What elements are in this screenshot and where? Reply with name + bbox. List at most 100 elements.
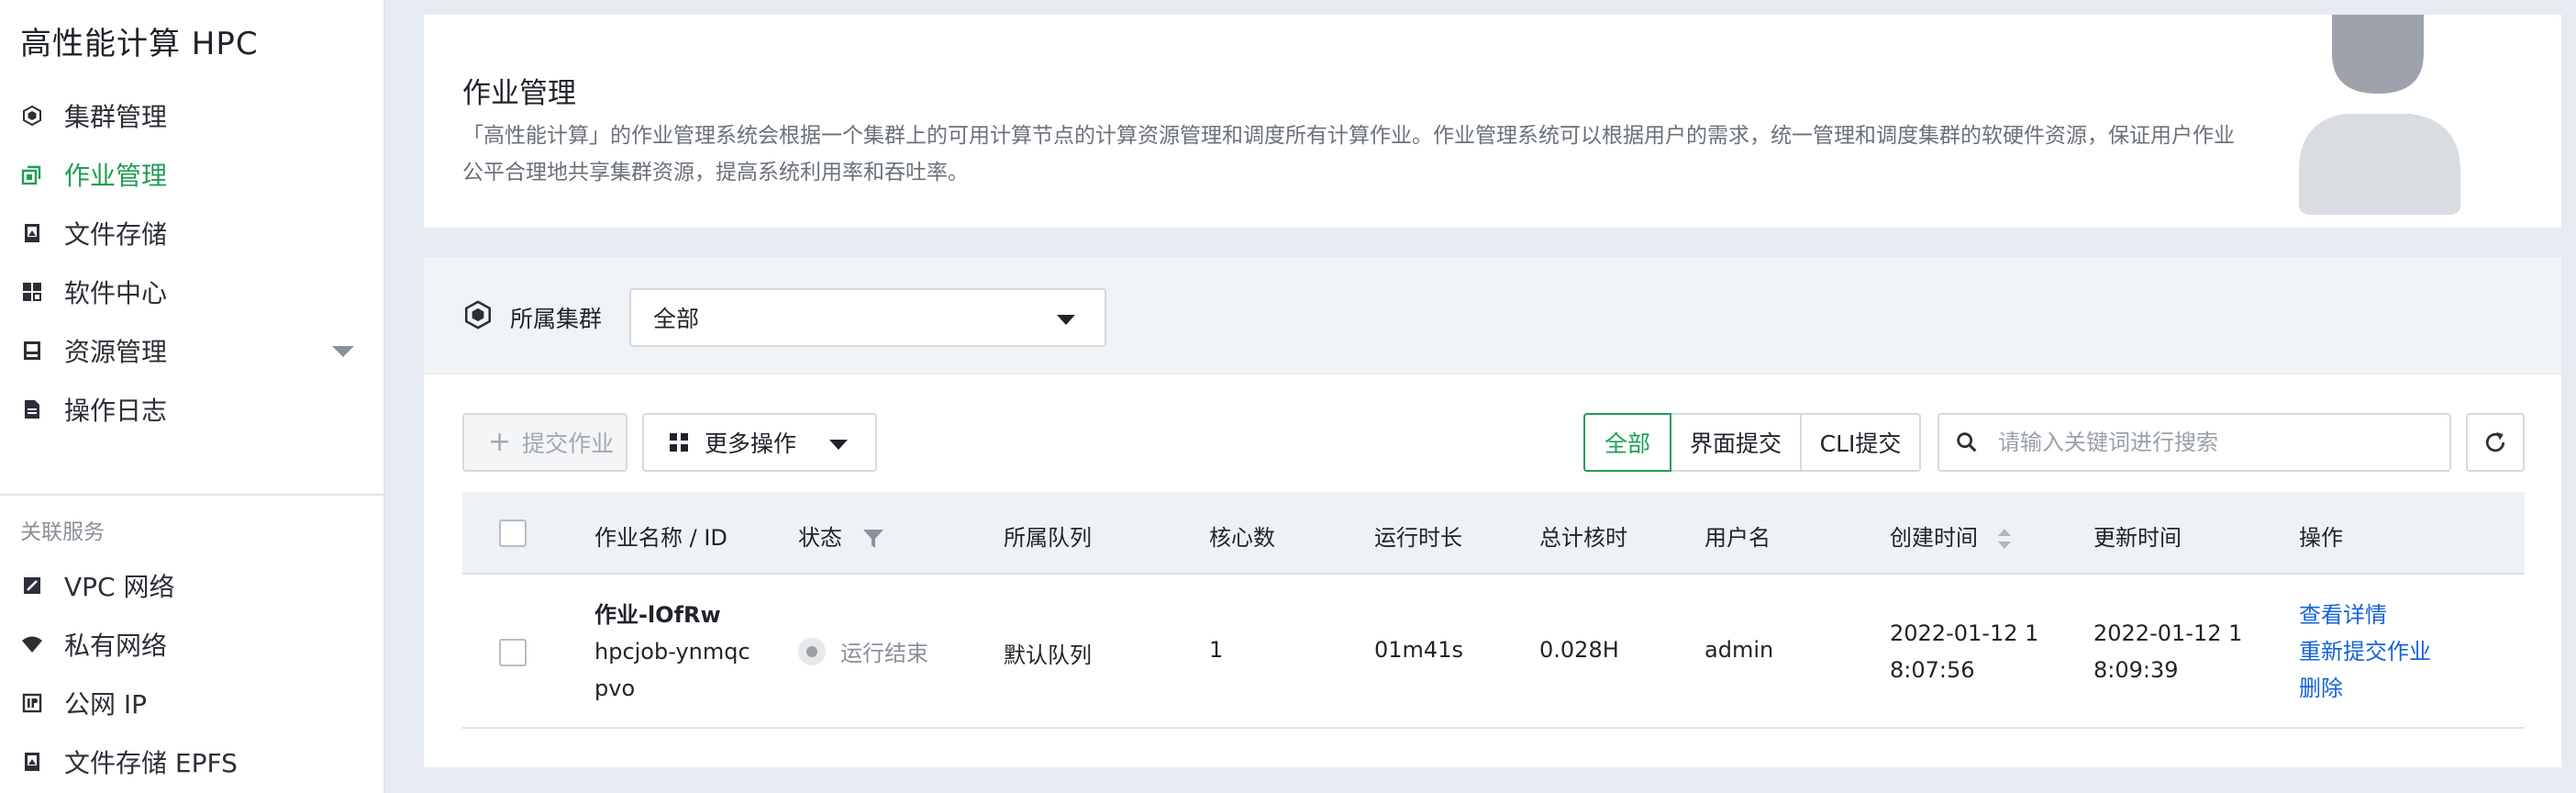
header-user: 用户名 bbox=[1704, 525, 1771, 551]
created-cell: 2022-01-12 1 8:07:56 bbox=[1890, 615, 2038, 688]
select-all-checkbox[interactable] bbox=[499, 519, 527, 547]
header-status: 状态 bbox=[798, 519, 884, 552]
grid-icon bbox=[670, 433, 688, 452]
sidebar-item-jobs[interactable]: 作业管理 bbox=[0, 145, 385, 204]
sidebar-item-label: 软件中心 bbox=[64, 278, 168, 308]
segment-ui-submit[interactable]: 界面提交 bbox=[1670, 413, 1802, 472]
resource-icon bbox=[20, 339, 44, 363]
log-icon bbox=[20, 397, 44, 421]
sidebar-item-cluster[interactable]: 集群管理 bbox=[0, 86, 385, 145]
sidebar: 高性能计算 HPC 集群管理 作业管理 文件存储 软件中心 资源管理 操作日志 … bbox=[0, 0, 385, 793]
actions-cell: 查看详情 重新提交作业 删除 bbox=[2299, 597, 2431, 707]
job-id-line: pvo bbox=[594, 676, 636, 701]
cluster-icon bbox=[20, 104, 44, 128]
storage-icon bbox=[20, 221, 44, 245]
submit-job-button[interactable]: + 提交作业 bbox=[462, 413, 627, 472]
filter-icon[interactable] bbox=[862, 529, 884, 549]
page-title: 作业管理 bbox=[462, 77, 576, 110]
jobs-table-card: + 提交作业 更多操作 全部 界面提交 CLI提交 请输入关键词进行搜索 作业名… bbox=[424, 374, 2561, 767]
wifi-icon bbox=[20, 632, 44, 656]
delete-link[interactable]: 删除 bbox=[2299, 670, 2431, 707]
job-icon bbox=[20, 162, 44, 186]
main-content: 作业管理 「高性能计算」的作业管理系统会根据一个集群上的可用计算节点的计算资源管… bbox=[387, 0, 2576, 793]
header-job-name: 作业名称 / ID bbox=[594, 525, 727, 551]
more-actions-button[interactable]: 更多操作 bbox=[642, 413, 877, 472]
row-checkbox[interactable] bbox=[499, 639, 527, 666]
user-illustration-icon bbox=[2299, 15, 2460, 215]
storage-icon bbox=[20, 750, 44, 774]
sidebar-item-label: 集群管理 bbox=[64, 102, 168, 132]
updated-date: 2022-01-12 1 bbox=[2093, 620, 2243, 646]
cluster-select-value: 全部 bbox=[653, 306, 700, 332]
user-cell: admin bbox=[1704, 637, 1774, 663]
cluster-icon bbox=[464, 300, 492, 329]
header-queue: 所属队列 bbox=[1004, 525, 1092, 551]
apps-icon bbox=[20, 280, 44, 304]
created-date: 2022-01-12 1 bbox=[1890, 620, 2039, 646]
created-time: 8:07:56 bbox=[1890, 657, 1975, 683]
header-core-hours: 总计核时 bbox=[1539, 525, 1627, 551]
resubmit-job-link[interactable]: 重新提交作业 bbox=[2299, 633, 2431, 670]
sidebar-item-resources[interactable]: 资源管理 bbox=[0, 321, 385, 380]
sidebar-item-label: 文件存储 bbox=[64, 219, 168, 250]
header-cores: 核心数 bbox=[1209, 525, 1275, 551]
search-input[interactable] bbox=[1998, 430, 2438, 455]
search-icon bbox=[1957, 432, 1977, 452]
sidebar-nav: 集群管理 作业管理 文件存储 软件中心 资源管理 操作日志 bbox=[0, 86, 385, 439]
sidebar-item-label: 资源管理 bbox=[64, 337, 168, 367]
chevron-down-icon[interactable] bbox=[332, 346, 354, 357]
status-dot-icon bbox=[798, 637, 826, 665]
sidebar-item-label: 操作日志 bbox=[64, 396, 168, 426]
sidebar-item-label: 私有网络 bbox=[64, 631, 168, 661]
submit-job-label: 提交作业 bbox=[522, 430, 615, 457]
related-services-title: 关联服务 bbox=[20, 520, 105, 544]
sidebar-item-label: 文件存储 EPFS bbox=[64, 748, 238, 778]
sidebar-item-epfs[interactable]: 文件存储 EPFS bbox=[0, 732, 385, 791]
ip-icon bbox=[20, 691, 44, 715]
sidebar-item-label: 作业管理 bbox=[64, 161, 168, 191]
header-status-label: 状态 bbox=[798, 525, 842, 551]
job-id-line: hpcjob-ynmqc bbox=[594, 639, 750, 665]
cores-cell: 1 bbox=[1209, 637, 1224, 663]
sidebar-item-logs[interactable]: 操作日志 bbox=[0, 380, 385, 439]
table-row: 作业-lOfRw hpcjob-ynmqc pvo 运行结束 默认队列 1 01… bbox=[462, 575, 2525, 729]
updated-cell: 2022-01-12 1 8:09:39 bbox=[2093, 615, 2242, 688]
chevron-down-icon bbox=[1057, 315, 1075, 325]
page-description: 「高性能计算」的作业管理系统会根据一个集群上的可用计算节点的计算资源管理和调度所… bbox=[462, 124, 2235, 184]
search-box bbox=[1938, 413, 2451, 472]
header-created-label: 创建时间 bbox=[1890, 525, 1978, 551]
cluster-select[interactable]: 全部 bbox=[629, 288, 1106, 347]
job-name-cell: 作业-lOfRw hpcjob-ynmqc pvo bbox=[594, 597, 750, 707]
plus-icon: + bbox=[488, 426, 512, 458]
table-header: 作业名称 / ID 状态 所属队列 核心数 运行时长 总计核时 用户名 创建时间… bbox=[462, 492, 2525, 575]
header-created[interactable]: 创建时间 bbox=[1890, 519, 2011, 552]
updated-time: 8:09:39 bbox=[2093, 657, 2179, 683]
view-details-link[interactable]: 查看详情 bbox=[2299, 597, 2431, 633]
cluster-filter-bar: 所属集群 全部 bbox=[424, 257, 2561, 373]
segment-cli-submit[interactable]: CLI提交 bbox=[1800, 413, 1921, 472]
app-title: 高性能计算 HPC bbox=[20, 26, 259, 62]
sidebar-item-vpc[interactable]: VPC 网络 bbox=[0, 556, 385, 615]
core-hours-cell: 0.028H bbox=[1539, 637, 1619, 663]
sidebar-divider bbox=[0, 494, 385, 496]
more-actions-label: 更多操作 bbox=[705, 430, 797, 457]
intro-card: 作业管理 「高性能计算」的作业管理系统会根据一个集群上的可用计算节点的计算资源管… bbox=[424, 15, 2561, 228]
sidebar-item-private-network[interactable]: 私有网络 bbox=[0, 615, 385, 674]
status-cell: 运行结束 bbox=[798, 635, 928, 667]
sidebar-item-storage[interactable]: 文件存储 bbox=[0, 204, 385, 262]
cluster-filter-label: 所属集群 bbox=[510, 306, 603, 332]
header-duration: 运行时长 bbox=[1374, 525, 1462, 551]
refresh-icon bbox=[2485, 431, 2505, 452]
sidebar-item-software[interactable]: 软件中心 bbox=[0, 262, 385, 321]
duration-cell: 01m41s bbox=[1374, 637, 1463, 663]
sidebar-item-label: VPC 网络 bbox=[64, 572, 175, 602]
sidebar-item-public-ip[interactable]: 公网 IP bbox=[0, 674, 385, 732]
sort-icon[interactable] bbox=[1997, 529, 2011, 549]
sidebar-item-label: 公网 IP bbox=[64, 689, 148, 720]
refresh-button[interactable] bbox=[2466, 413, 2525, 472]
segment-all[interactable]: 全部 bbox=[1583, 413, 1671, 472]
header-updated: 更新时间 bbox=[2093, 525, 2182, 551]
status-text: 运行结束 bbox=[840, 641, 928, 666]
job-name-link[interactable]: 作业-lOfRw bbox=[594, 597, 750, 633]
submit-type-segment: 全部 界面提交 CLI提交 bbox=[1583, 413, 1921, 472]
